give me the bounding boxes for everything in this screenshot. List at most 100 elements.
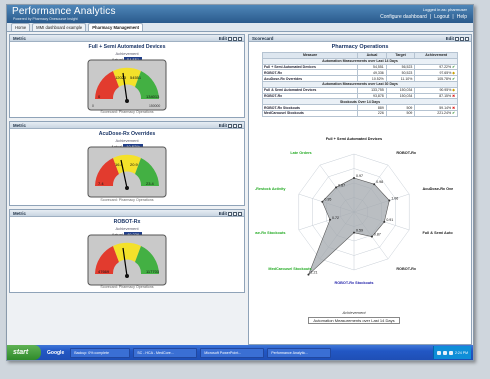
tick-label: 0 [92,104,94,108]
radar-value-label: 0.72 [332,216,339,220]
restore-icon[interactable] [460,37,464,41]
edit-link[interactable]: Edit [219,210,227,217]
close-icon[interactable] [238,37,242,41]
minimize-icon[interactable] [228,212,232,216]
tray-icon[interactable] [436,350,441,355]
status-icon: ◆ [452,70,455,75]
legend-title: Achievement [342,310,366,315]
start-button[interactable]: start [7,345,41,360]
tick-label: 117703 [146,269,160,274]
achievement-value: 97.22% [439,64,452,69]
tick-label: 12023 [115,75,127,80]
achievement-value: 59.14% [439,105,452,110]
radar-axis-label: AcuDose-Rx Stockouts [255,231,286,235]
panel-title: Metric [13,36,26,41]
status-icon: ✔ [452,76,455,81]
radar-point [335,186,338,189]
tab-pharmacy-management[interactable]: Pharmacy Management [88,23,144,31]
app-window: Performance Analytics Powered by Pharmac… [6,4,474,361]
tick-label: 23.4 [146,181,155,186]
radar-axis-label: AcuDose-Rx Overrides [422,187,453,191]
radar-point [321,200,324,203]
help-link[interactable]: Help [457,14,467,20]
panel-header: Metric Edit [10,122,244,129]
metric-footer: Scorecard: Pharmacy Operations [100,285,154,289]
panel-header: Metric Edit [10,35,244,42]
radar-point [373,183,376,186]
metric-footer: Scorecard: Pharmacy Operations [100,198,154,202]
achievement-value: 221.24% [437,111,452,116]
separator: | [452,14,454,20]
tab-home[interactable]: Home [11,23,31,31]
clock: 2:24 PM [454,350,468,355]
radar-legend: Achievement Automation Measurements over… [279,310,429,324]
radar-value-label: 0.91 [386,218,393,222]
scorecard-title: Pharmacy Operations [331,44,389,50]
close-icon[interactable] [465,37,469,41]
metric-title: ROBOT-Rx [113,219,141,225]
minimize-icon[interactable] [228,37,232,41]
radar-axis-label: ROBOT-Rx [396,267,417,271]
panel-controls: Edit [219,35,242,42]
restore-icon[interactable] [233,124,237,128]
tick-label: 150000 [149,104,160,108]
edit-link[interactable]: Edit [446,35,454,42]
radar-point [388,199,391,202]
taskbar-item[interactable]: SC - HCA - MedCore... [133,347,198,358]
tab-mmi-dashboard[interactable]: MMI dashboard example [32,23,87,31]
panel-controls: Edit [446,35,469,42]
metric-subtitle: Achievement [115,51,139,56]
tick-label: 47669 [98,269,110,274]
target-cell: 509 [385,109,416,117]
tick-label: 20.9 [130,162,139,167]
google-toolbar[interactable]: Google [44,350,67,356]
taskbar-item[interactable]: Performance Analytic... [267,347,332,358]
header-links: Configure dashboard | Logout | Help [380,14,467,20]
radar-value-label: 0.97 [356,174,363,178]
radar-chart: 0.97 0.98 1.06 0.91 0.87 0.59 2.21 0.72 0.95 0.87… [255,137,453,285]
edit-link[interactable]: Edit [219,122,227,129]
restore-icon[interactable] [233,37,237,41]
achievement-value: 97.65% [439,70,452,75]
radar-value-label: 0.95 [324,198,331,202]
radar-axis-label: AcuDose-Restock Activity [255,187,286,191]
radar-axis-label: ROBOT-Rx Stockouts [334,281,373,285]
configure-dashboard-link[interactable]: Configure dashboard [380,14,427,20]
panel-controls: Edit [219,122,242,129]
radar-axis-label: Full + Semi Automated Devices [326,137,382,141]
radar-point [383,220,386,223]
gauge-hub [125,274,129,278]
minimize-icon[interactable] [455,37,459,41]
gauge-svg: 0 12023 54551 134013 0 150000 [87,59,167,111]
radar-value-label: 0.98 [376,180,383,184]
radar-point [370,235,373,238]
close-icon[interactable] [238,124,242,128]
radar-series-area [308,177,390,275]
panel-header: Scorecard Edit [249,35,471,42]
logout-link[interactable]: Logout [434,14,449,20]
radar-value-label: 1.06 [391,197,398,201]
status-icon: ✔ [452,64,455,69]
metric-panel: Metric Edit AcuDose-Rx Overrides Achieve… [9,121,245,206]
taskbar-item[interactable]: Microsoft PowerPoint... [200,347,265,358]
gauge: 0 12023 54551 134013 0 150000 [87,59,167,111]
panel-header: Metric Edit [10,210,244,217]
system-tray: 2:24 PM [432,346,471,359]
table-row[interactable]: MedCarousel Stockouts 226 509 221.24% ✔ [261,109,458,117]
actual-cell: 226 [357,109,387,117]
achievement-value: 87.15% [439,93,452,98]
scorecard-panel: Scorecard Edit Pharmacy Operations Measu… [248,34,472,345]
taskbar-item[interactable]: Backup: 0% complete [70,347,131,358]
gauge-hub [125,186,129,190]
radar-axis-label: Late Orders [290,151,311,155]
minimize-icon[interactable] [228,124,232,128]
app-header: Performance Analytics Powered by Pharmac… [7,5,473,23]
restore-icon[interactable] [233,212,237,216]
tray-icon[interactable] [448,350,453,355]
status-icon: ✔ [452,111,455,116]
panel-title: Metric [13,123,26,128]
logged-in-user: Logged in as: pharmuser [422,7,467,12]
tray-icon[interactable] [442,350,447,355]
edit-link[interactable]: Edit [219,35,227,42]
close-icon[interactable] [238,212,242,216]
